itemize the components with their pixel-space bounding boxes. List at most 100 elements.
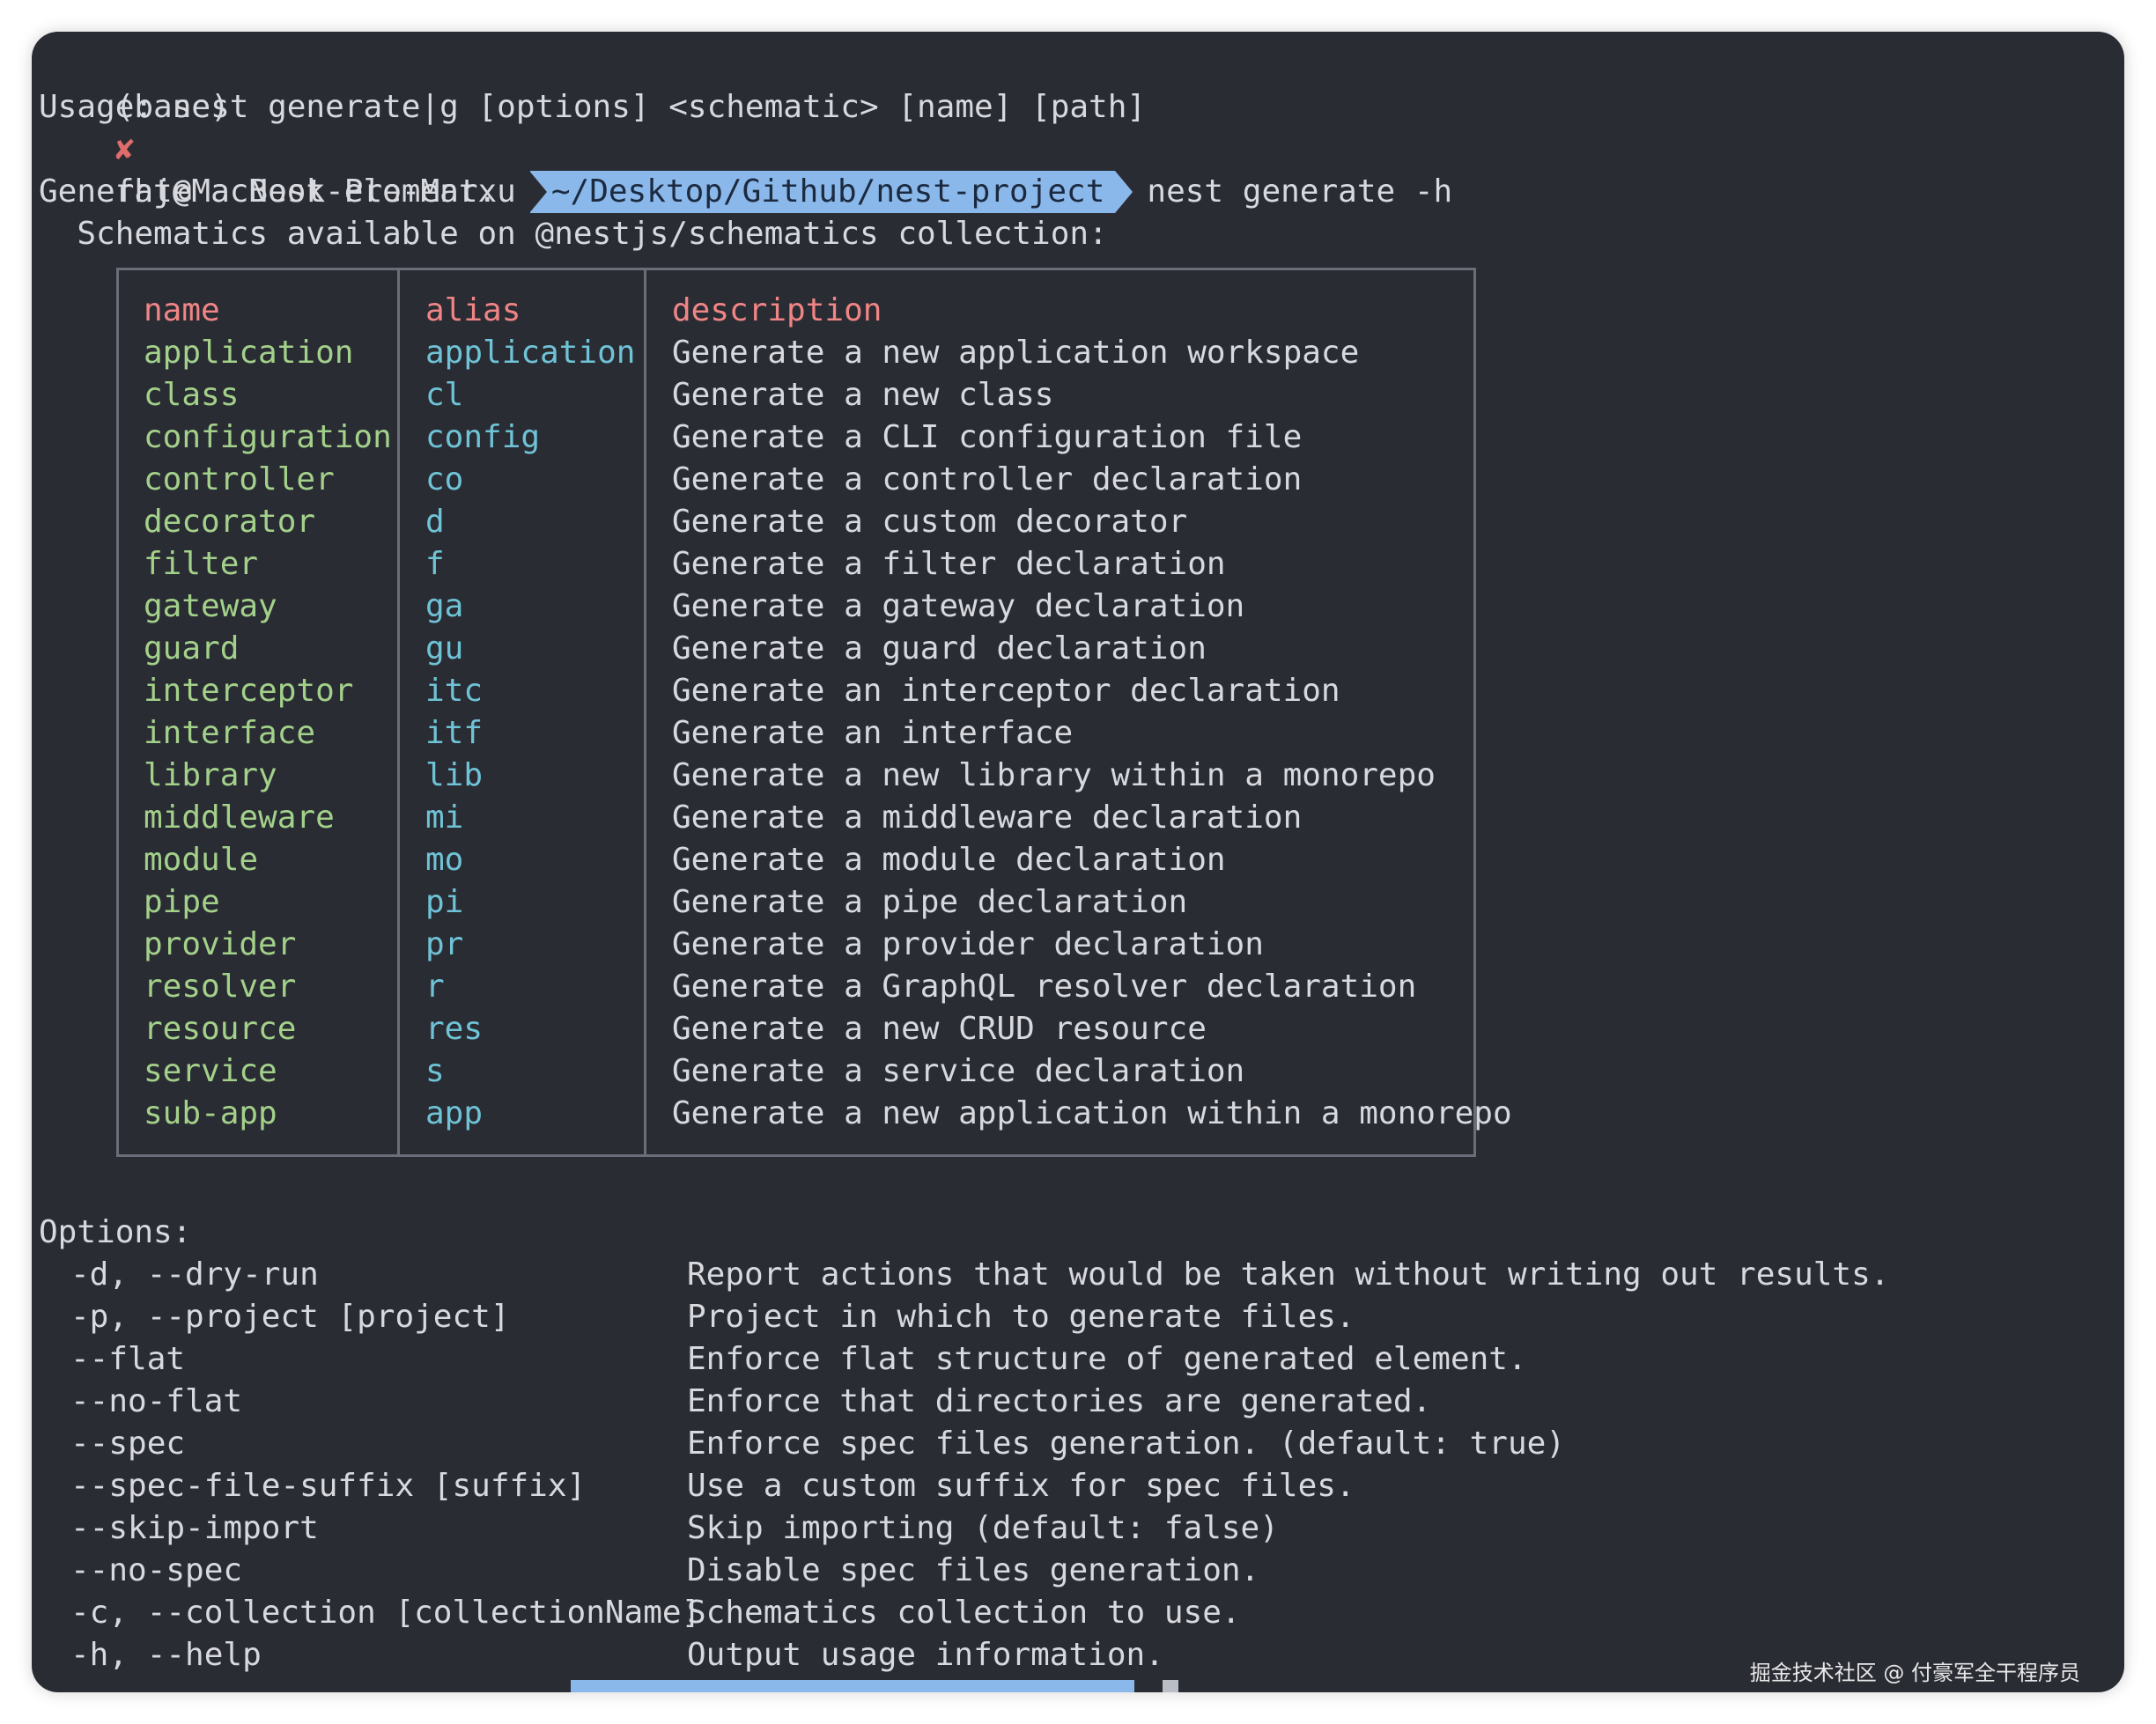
option-row: --skip-import Skip importing (default: fa… bbox=[32, 1507, 2124, 1550]
schematic-name: resource bbox=[144, 1011, 297, 1047]
table-row: class cl Generate a new class bbox=[119, 374, 1473, 416]
schematic-name: resolver bbox=[144, 969, 297, 1005]
schematic-name: filter bbox=[144, 546, 259, 582]
schematic-description: Generate a guard declaration bbox=[672, 630, 1207, 667]
option-flag: --spec-file-suffix [suffix] bbox=[70, 1468, 587, 1504]
schematic-description: Generate a GraphQL resolver declaration bbox=[672, 969, 1417, 1005]
option-description: Report actions that would be taken witho… bbox=[687, 1256, 1890, 1293]
option-flag: --spec bbox=[70, 1426, 186, 1462]
table-row: decorator d Generate a custom decorator bbox=[119, 501, 1473, 543]
table-row: guard gu Generate a guard declaration bbox=[119, 628, 1473, 670]
error-status-icon: ✘ bbox=[114, 131, 135, 167]
option-description: Use a custom suffix for spec files. bbox=[687, 1468, 1355, 1504]
table-row: service s Generate a service declaration bbox=[119, 1050, 1473, 1093]
schematic-name: interceptor bbox=[144, 673, 354, 709]
option-row: --spec-file-suffix [suffix] Use a custom … bbox=[32, 1465, 2124, 1507]
option-description: Schematics collection to use. bbox=[687, 1595, 1241, 1631]
table-row: interceptor itc Generate an interceptor de… bbox=[119, 670, 1473, 712]
schematic-alias: pr bbox=[425, 926, 464, 962]
table-row: gateway ga Generate a gateway declaration bbox=[119, 586, 1473, 628]
option-row: -c, --collection [collectionName] Schemat… bbox=[32, 1592, 2124, 1634]
schematic-name: configuration bbox=[144, 419, 392, 455]
schematic-name: middleware bbox=[144, 799, 335, 836]
schematic-description: Generate a service declaration bbox=[672, 1053, 1245, 1089]
schematic-name: sub-app bbox=[144, 1095, 277, 1131]
option-description: Enforce flat structure of generated elem… bbox=[687, 1341, 1527, 1377]
option-row: --spec Enforce spec files generation. (de… bbox=[32, 1423, 2124, 1465]
option-description: Skip importing (default: false) bbox=[687, 1510, 1279, 1546]
table-header-row: name alias description bbox=[119, 290, 1473, 332]
command-text: nest generate -h bbox=[1147, 173, 1453, 210]
table-row: filter f Generate a filter declaration bbox=[119, 543, 1473, 586]
schematic-alias: mo bbox=[425, 842, 464, 878]
schematic-description: Generate a new library within a monorepo bbox=[672, 757, 1436, 793]
table-row: library lib Generate a new library within … bbox=[119, 755, 1473, 797]
schematic-name: gateway bbox=[144, 588, 277, 624]
schematic-name: interface bbox=[144, 715, 316, 751]
table-row: configuration config Generate a CLI config… bbox=[119, 416, 1473, 459]
schematic-alias: f bbox=[425, 546, 445, 582]
option-description: Enforce that directories are generated. bbox=[687, 1383, 1432, 1419]
schematic-description: Generate a new application within a mono… bbox=[672, 1095, 1512, 1131]
cursor[interactable] bbox=[1163, 1680, 1178, 1692]
table-row: module mo Generate a module declaration bbox=[119, 839, 1473, 881]
option-flag: --skip-import bbox=[70, 1510, 319, 1546]
schematic-description: Generate an interceptor declaration bbox=[672, 673, 1340, 709]
schematic-alias: itf bbox=[425, 715, 484, 751]
schematic-alias: co bbox=[425, 461, 464, 497]
table-row: provider pr Generate a provider declaratio… bbox=[119, 924, 1473, 966]
option-row: -p, --project [project] Project in which … bbox=[32, 1296, 2124, 1338]
watermark: 掘金技术社区 @ 付豪军全干程序员 bbox=[1749, 1661, 2080, 1685]
schematic-alias: ga bbox=[425, 588, 464, 624]
schematic-name: class bbox=[144, 377, 240, 413]
schematic-alias: lib bbox=[425, 757, 484, 793]
schematic-description: Generate an interface bbox=[672, 715, 1074, 751]
schematic-name: pipe bbox=[144, 884, 220, 920]
schematics-table: name alias description application applicati… bbox=[116, 268, 1512, 1157]
schematic-description: Generate a pipe declaration bbox=[672, 884, 1188, 920]
schematic-name: library bbox=[144, 757, 277, 793]
schematic-alias: mi bbox=[425, 799, 464, 836]
schematic-alias: gu bbox=[425, 630, 464, 667]
usage-line: Usage: nest generate|g [options] <schema… bbox=[39, 89, 1147, 125]
collection-line: Schematics available on @nestjs/schemati… bbox=[39, 216, 1108, 252]
schematic-alias: itc bbox=[425, 673, 484, 709]
intro-line: Generate a Nest element. bbox=[39, 173, 498, 210]
schematic-alias: config bbox=[425, 419, 541, 455]
schematic-description: Generate a filter declaration bbox=[672, 546, 1226, 582]
option-row: --no-flat Enforce that directories are ge… bbox=[32, 1381, 2124, 1423]
column-header-name: name bbox=[144, 292, 220, 328]
option-flag: -c, --collection [collectionName] bbox=[70, 1595, 701, 1631]
schematic-alias: application bbox=[425, 335, 636, 371]
schematic-alias: cl bbox=[425, 377, 464, 413]
table-row: application application Generate a new app… bbox=[119, 332, 1473, 374]
options-title: Options: bbox=[39, 1214, 192, 1250]
table-row: sub-app app Generate a new application wit… bbox=[119, 1093, 1512, 1135]
table-row: resource res Generate a new CRUD resource bbox=[119, 1008, 1473, 1050]
option-description: Enforce spec files generation. (default:… bbox=[687, 1426, 1565, 1462]
schematic-description: Generate a custom decorator bbox=[672, 504, 1188, 540]
schematic-name: provider bbox=[144, 926, 297, 962]
schematic-name: decorator bbox=[144, 504, 316, 540]
schematic-name: controller bbox=[144, 461, 335, 497]
cwd-segment bbox=[571, 1680, 1134, 1692]
schematic-alias: pi bbox=[425, 884, 464, 920]
table-row: controller co Generate a controller declar… bbox=[119, 459, 1473, 501]
option-row: --flat Enforce flat structure of generate… bbox=[32, 1338, 2124, 1381]
table-row: interface itf Generate an interface bbox=[119, 712, 1473, 755]
schematic-description: Generate a new class bbox=[672, 377, 1054, 413]
schematic-alias: s bbox=[425, 1053, 445, 1089]
option-description: Project in which to generate files. bbox=[687, 1299, 1355, 1335]
option-flag: -p, --project [project] bbox=[70, 1299, 510, 1335]
column-header-alias: alias bbox=[425, 292, 521, 328]
terminal-window[interactable]: (base) ✘ fhj@MacBook-Pro-Marxu ~/Desktop/… bbox=[32, 32, 2124, 1692]
schematic-name: guard bbox=[144, 630, 240, 667]
schematic-description: Generate a controller declaration bbox=[672, 461, 1303, 497]
schematic-name: service bbox=[144, 1053, 277, 1089]
table-row: middleware mi Generate a middleware declar… bbox=[119, 797, 1473, 839]
option-flag: --no-flat bbox=[70, 1383, 243, 1419]
schematic-alias: res bbox=[425, 1011, 484, 1047]
table-row: pipe pi Generate a pipe declaration bbox=[119, 881, 1473, 924]
option-description: Disable spec files generation. bbox=[687, 1552, 1260, 1588]
schematic-description: Generate a module declaration bbox=[672, 842, 1226, 878]
